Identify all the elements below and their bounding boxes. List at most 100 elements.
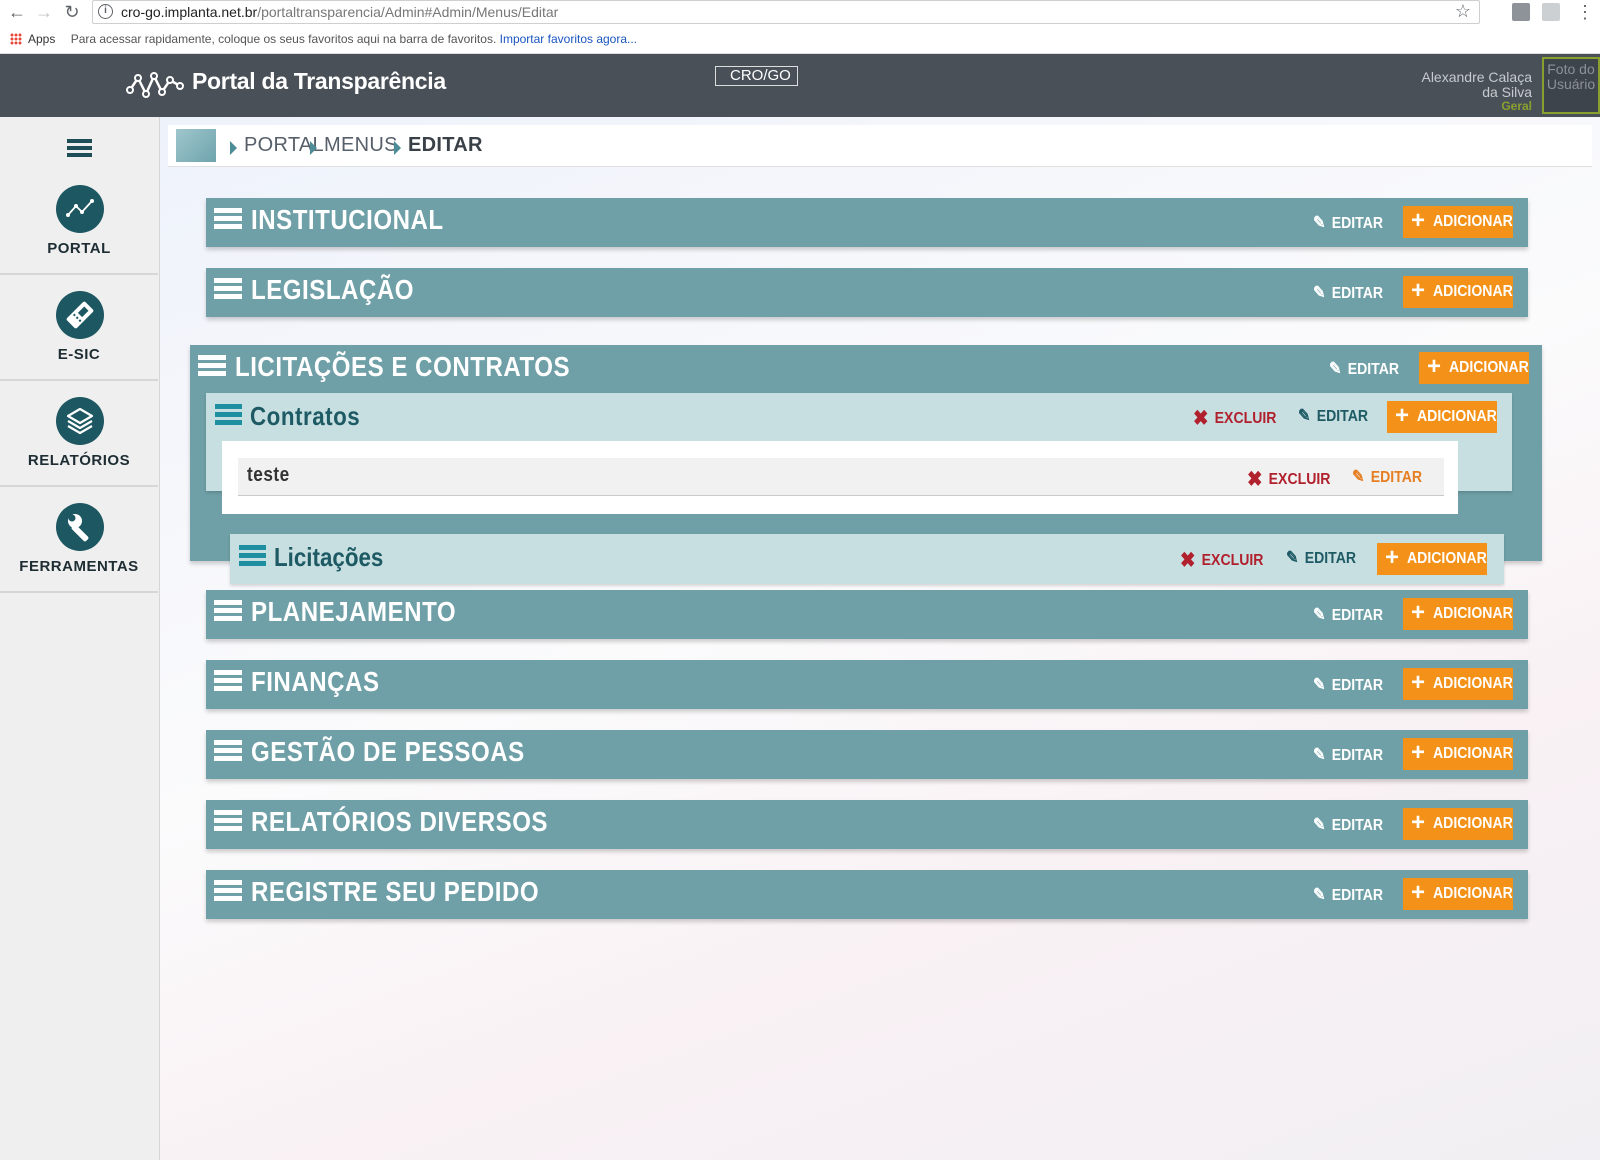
wrench-icon: [56, 503, 104, 551]
drag-handle-icon[interactable]: [198, 355, 226, 379]
menu-title: FINANÇAS: [251, 666, 380, 697]
add-button[interactable]: + ADICIONAR: [1403, 598, 1513, 630]
forward-arrow-icon[interactable]: →: [33, 2, 55, 23]
extension-pdf-icon[interactable]: [1542, 3, 1560, 21]
site-info-icon[interactable]: i: [98, 4, 113, 19]
edit-button[interactable]: ✎ EDITAR: [1313, 605, 1383, 625]
edit-button[interactable]: ✎ EDITAR: [1313, 815, 1383, 835]
edit-button[interactable]: ✎ EDITAR: [1313, 745, 1383, 765]
menu-item[interactable]: FINANÇAS ✎ EDITAR + ADICIONAR: [206, 660, 1528, 709]
breadcrumb-menus[interactable]: MENUS: [324, 134, 398, 157]
add-button[interactable]: + ADICIONAR: [1403, 206, 1513, 238]
org-logo-image: CRO/GO: [715, 66, 798, 86]
bookmark-star-icon[interactable]: ☆: [1455, 1, 1471, 22]
home-mountain-icon[interactable]: [176, 129, 216, 162]
menu-item-expanded[interactable]: LICITAÇÕES E CONTRATOS ✎ EDITAR + ADICIONA…: [190, 345, 1542, 561]
apps-link[interactable]: Apps: [28, 32, 55, 46]
portal-brand-title[interactable]: Portal da Transparência: [192, 68, 446, 95]
delete-button[interactable]: ✖ EXCLUIR: [1180, 548, 1263, 573]
menu-item[interactable]: INSTITUCIONAL ✎ EDITAR + ADICIONAR: [206, 198, 1528, 247]
menu-item[interactable]: PLANEJAMENTO ✎ EDITAR + ADICIONAR: [206, 590, 1528, 639]
plus-icon: +: [1411, 599, 1426, 626]
pencil-icon: ✎: [1313, 605, 1326, 624]
url-text[interactable]: cro-go.implanta.net.br/portaltransparenc…: [121, 4, 558, 20]
drag-handle-icon[interactable]: [214, 600, 242, 624]
submenu-title: Licitações: [274, 542, 384, 572]
layers-icon: [56, 397, 104, 445]
sidebar-item-relatorios[interactable]: RELATÓRIOS: [0, 383, 158, 487]
plus-icon: +: [1385, 544, 1400, 571]
drag-handle-icon[interactable]: [214, 880, 242, 904]
menu-title: INSTITUCIONAL: [251, 204, 444, 235]
edit-button[interactable]: ✎ EDITAR: [1313, 283, 1383, 303]
add-button[interactable]: + ADICIONAR: [1403, 808, 1513, 840]
edit-button[interactable]: ✎ EDITAR: [1313, 675, 1383, 695]
plus-icon: +: [1411, 669, 1426, 696]
sidebar-item-ferramentas[interactable]: FERRAMENTAS: [0, 489, 158, 593]
add-button[interactable]: + ADICIONAR: [1403, 878, 1513, 910]
extension-icon[interactable]: [1512, 3, 1530, 21]
import-bookmarks-link[interactable]: Importar favoritos agora...: [500, 32, 637, 46]
sidebar-item-portal[interactable]: PORTAL: [0, 171, 158, 275]
drag-handle-icon[interactable]: [214, 670, 242, 694]
pencil-icon: ✎: [1286, 548, 1299, 567]
add-button[interactable]: + ADICIONAR: [1387, 401, 1497, 433]
edit-button[interactable]: ✎ EDITAR: [1298, 406, 1368, 426]
user-name-line2: da Silva: [1482, 84, 1532, 100]
leaf-item[interactable]: teste ✖ EXCLUIR ✎ EDITAR: [238, 458, 1444, 496]
submenu-item[interactable]: Licitações ✖ EXCLUIR ✎ EDITAR + ADICIONAR: [230, 534, 1504, 584]
pencil-icon: ✎: [1352, 467, 1365, 486]
address-bar[interactable]: i cro-go.implanta.net.br/portaltranspare…: [92, 0, 1480, 24]
reload-icon[interactable]: ↻: [61, 2, 83, 23]
drag-handle-icon[interactable]: [239, 545, 266, 569]
menu-title: GESTÃO DE PESSOAS: [251, 736, 525, 767]
sidebar-item-esic[interactable]: E-SIC: [0, 277, 158, 381]
delete-button[interactable]: ✖ EXCLUIR: [1193, 406, 1276, 431]
browser-menu-icon[interactable]: ⋮: [1576, 2, 1594, 23]
drag-handle-icon[interactable]: [214, 208, 242, 232]
delete-button[interactable]: ✖ EXCLUIR: [1247, 467, 1330, 492]
edit-button[interactable]: ✎ EDITAR: [1352, 467, 1422, 487]
edit-button[interactable]: ✎ EDITAR: [1329, 359, 1399, 379]
leaf-title: teste: [247, 464, 290, 486]
pencil-icon: ✎: [1313, 213, 1326, 232]
user-name[interactable]: Alexandre Calaça da Silva: [1421, 70, 1532, 100]
drag-handle-icon[interactable]: [215, 404, 242, 428]
drag-handle-icon[interactable]: [214, 810, 242, 834]
plus-icon: +: [1427, 353, 1442, 380]
add-button[interactable]: + ADICIONAR: [1403, 668, 1513, 700]
pencil-icon: ✎: [1313, 885, 1326, 904]
plus-icon: +: [1411, 277, 1426, 304]
plus-icon: +: [1411, 879, 1426, 906]
edit-button[interactable]: ✎ EDITAR: [1286, 548, 1356, 568]
browser-chrome: ← → ↻ i cro-go.implanta.net.br/portaltra…: [0, 0, 1600, 54]
drag-handle-icon[interactable]: [214, 278, 242, 302]
app-header: Portal da Transparência CRO/GO Alexandre…: [0, 54, 1600, 117]
user-avatar[interactable]: Foto do Usuário: [1542, 57, 1600, 114]
add-button[interactable]: + ADICIONAR: [1377, 543, 1487, 575]
user-name-line1: Alexandre Calaça: [1421, 69, 1532, 85]
network-logo-icon: [126, 72, 184, 98]
drag-handle-icon[interactable]: [214, 740, 242, 764]
edit-button[interactable]: ✎ EDITAR: [1313, 885, 1383, 905]
menu-item[interactable]: LEGISLAÇÃO ✎ EDITAR + ADICIONAR: [206, 268, 1528, 317]
back-arrow-icon[interactable]: ←: [6, 2, 28, 23]
menu-item[interactable]: GESTÃO DE PESSOAS ✎ EDITAR + ADICIONAR: [206, 730, 1528, 779]
pencil-icon: ✎: [1313, 815, 1326, 834]
plus-icon: +: [1411, 207, 1426, 234]
menu-item[interactable]: REGISTRE SEU PEDIDO ✎ EDITAR + ADICIONAR: [206, 870, 1528, 919]
add-button[interactable]: + ADICIONAR: [1403, 738, 1513, 770]
breadcrumb: PORTAL MENUS EDITAR: [168, 125, 1592, 167]
hamburger-menu-icon[interactable]: [67, 139, 92, 160]
apps-grid-icon[interactable]: [10, 33, 22, 45]
pencil-icon: ✎: [1313, 675, 1326, 694]
plus-icon: +: [1395, 402, 1410, 429]
menu-item[interactable]: RELATÓRIOS DIVERSOS ✎ EDITAR + ADICIONAR: [206, 800, 1528, 849]
bookmarks-bar: Apps Para acessar rapidamente, coloque o…: [10, 32, 637, 46]
add-button[interactable]: + ADICIONAR: [1403, 276, 1513, 308]
submenu-item[interactable]: Contratos ✖ EXCLUIR ✎ EDITAR + ADICIONAR te…: [206, 393, 1512, 514]
close-x-icon: ✖: [1193, 407, 1209, 430]
add-button[interactable]: + ADICIONAR: [1419, 352, 1529, 384]
pencil-icon: ✎: [1313, 745, 1326, 764]
edit-button[interactable]: ✎ EDITAR: [1313, 213, 1383, 233]
